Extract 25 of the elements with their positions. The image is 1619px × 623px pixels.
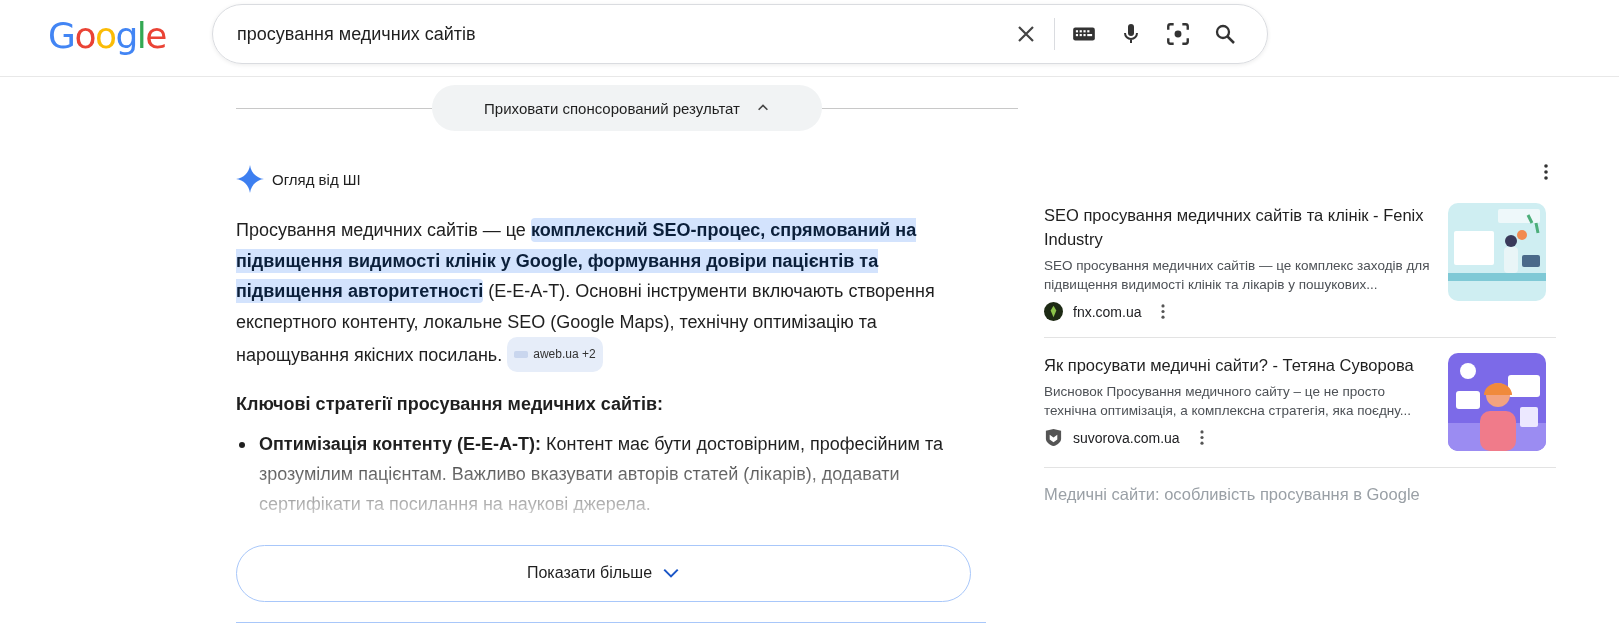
search-icon[interactable] — [1213, 22, 1237, 46]
citation-chip[interactable]: aweb.ua +2 — [507, 337, 603, 372]
bullet-dot — [239, 441, 245, 448]
hide-sponsored-button[interactable]: Приховати спонсорований результат — [432, 85, 822, 131]
site-logo-icon — [1044, 302, 1063, 321]
more-options-icon[interactable] — [1199, 430, 1204, 445]
site-logo-icon — [1044, 428, 1063, 447]
source-title[interactable]: Як просувати медичні сайти? - Тетяна Суворова — [1044, 353, 1436, 377]
section-heading: Ключові стратегії просування медичних сайтів: — [236, 393, 664, 415]
camera-search-icon[interactable] — [1165, 21, 1191, 47]
source-snippet: SEO просування медичних сайтів — це комплекс заходів для підвищення видимості клінік та лікарів у пошукових... — [1044, 257, 1431, 294]
google-logo[interactable]: Google — [48, 14, 208, 58]
more-options-icon[interactable] — [1161, 304, 1166, 319]
more-options-icon[interactable] — [1544, 164, 1548, 180]
summary-paragraph: Просування медичних сайтів — це комплексний SEO-процес, спрямований на підвищення видимості клінік у Google, формування довіри пацієнтів та підвищення авторитетності (E-E-A-T). Основні інструменти включають створення експертного контенту, локальне SEO (Google Maps), технічну оптимізацію та нарощування якісних посилань. aweb.ua +2 — [236, 215, 976, 372]
sparkle-icon — [236, 165, 264, 193]
site-icon — [514, 349, 529, 359]
site-name[interactable]: suvorova.com.ua — [1073, 429, 1180, 446]
site-name[interactable]: fnx.com.ua — [1073, 303, 1142, 320]
bullet-text: Оптимізація контенту (E-E-A-T): Контент має бути достовірним, професійним та зрозумілим пацієнтам. Важливо вказувати авторів статей (лікарів), додавати сертифікати та посилання на наукові джерела. — [259, 432, 944, 513]
search-input[interactable]: просування медичних сайтів — [237, 23, 992, 45]
source-snippet: Висновок Просування медичного сайту – це не просто технічна оптимізація, а комплексна стратегія, яка поєдну... — [1044, 383, 1412, 420]
ai-overview-title: Огляд від ШІ — [272, 170, 361, 188]
source-title[interactable]: SEO просування медичних сайтів та клінік - Fenix Industry — [1044, 203, 1436, 251]
show-more-button[interactable]: Показати більше — [236, 544, 971, 602]
